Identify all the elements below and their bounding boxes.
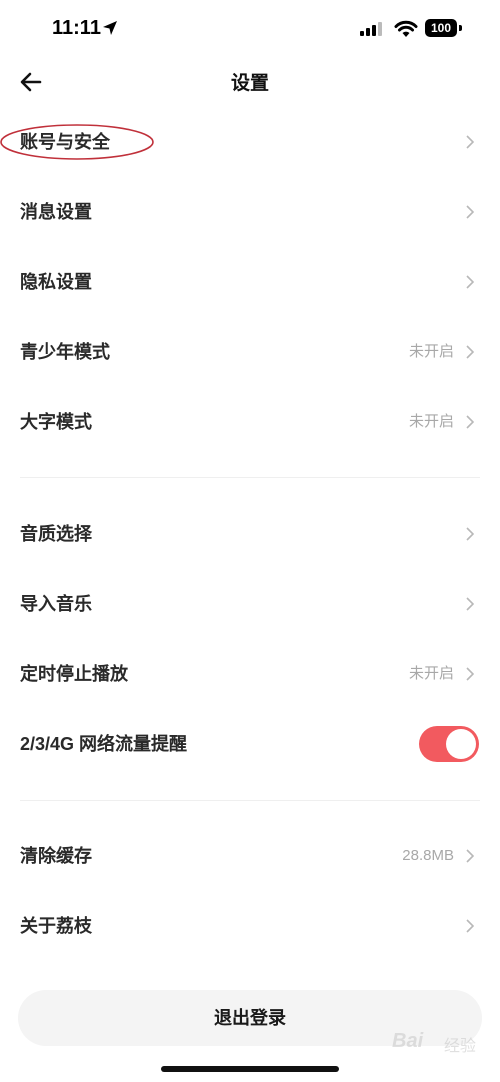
chevron-right-icon — [466, 345, 474, 359]
chevron-right-icon — [466, 415, 474, 429]
setting-value: 28.8MB — [402, 847, 454, 864]
toggle-knob — [446, 729, 476, 759]
setting-row-large-font[interactable]: 大字模式 未开启 — [0, 387, 500, 457]
data-alert-toggle[interactable] — [419, 726, 479, 762]
setting-label: 清除缓存 — [20, 846, 92, 866]
battery-icon: 100 — [425, 19, 457, 37]
setting-row-audio-quality[interactable]: 音质选择 — [0, 499, 500, 569]
setting-row-clear-cache[interactable]: 清除缓存 28.8MB — [0, 821, 500, 891]
watermark-suffix: 经验 — [444, 1038, 477, 1055]
annotation-ellipse — [0, 124, 154, 160]
setting-value: 未开启 — [408, 665, 454, 682]
setting-label: 音质选择 — [20, 524, 92, 544]
page-title: 设置 — [230, 73, 269, 94]
nav-bar: 设置 — [0, 56, 500, 108]
setting-label: 定时停止播放 — [20, 664, 128, 684]
setting-value: 未开启 — [408, 343, 454, 360]
setting-row-about[interactable]: 关于荔枝 — [0, 891, 500, 961]
setting-label: 2/3/4G 网络流量提醒 — [20, 734, 188, 754]
setting-label: 消息设置 — [20, 202, 92, 222]
setting-label: 大字模式 — [20, 412, 92, 432]
chevron-right-icon — [466, 919, 474, 933]
chevron-right-icon — [466, 275, 474, 289]
chevron-right-icon — [466, 667, 474, 681]
setting-value: 未开启 — [408, 413, 454, 430]
setting-label: 青少年模式 — [20, 342, 110, 362]
chevron-right-icon — [466, 135, 474, 149]
section-divider — [20, 477, 480, 478]
battery-tip — [459, 25, 462, 31]
setting-row-privacy[interactable]: 隐私设置 — [0, 247, 500, 317]
status-time: 11:11 — [52, 17, 101, 39]
setting-row-sleep-timer[interactable]: 定时停止播放 未开启 — [0, 639, 500, 709]
cellular-signal-icon — [360, 22, 382, 36]
chevron-right-icon — [466, 597, 474, 611]
watermark-brand: Bai — [392, 1030, 424, 1052]
section-divider — [20, 800, 480, 801]
chevron-right-icon — [466, 527, 474, 541]
setting-label: 隐私设置 — [20, 272, 92, 292]
location-arrow-icon — [103, 21, 117, 35]
setting-row-import-music[interactable]: 导入音乐 — [0, 569, 500, 639]
wifi-icon — [394, 20, 418, 37]
chevron-right-icon — [466, 849, 474, 863]
setting-row-message[interactable]: 消息设置 — [0, 177, 500, 247]
setting-label: 关于荔枝 — [20, 916, 92, 936]
chevron-right-icon — [466, 205, 474, 219]
status-bar: 11:11 100 — [0, 0, 500, 60]
setting-row-data-alert: 2/3/4G 网络流量提醒 — [0, 709, 500, 779]
setting-row-teen-mode[interactable]: 青少年模式 未开启 — [0, 317, 500, 387]
home-indicator — [161, 1066, 339, 1072]
baidu-watermark: Bai 经验 — [384, 1024, 496, 1064]
setting-label: 导入音乐 — [20, 594, 92, 614]
